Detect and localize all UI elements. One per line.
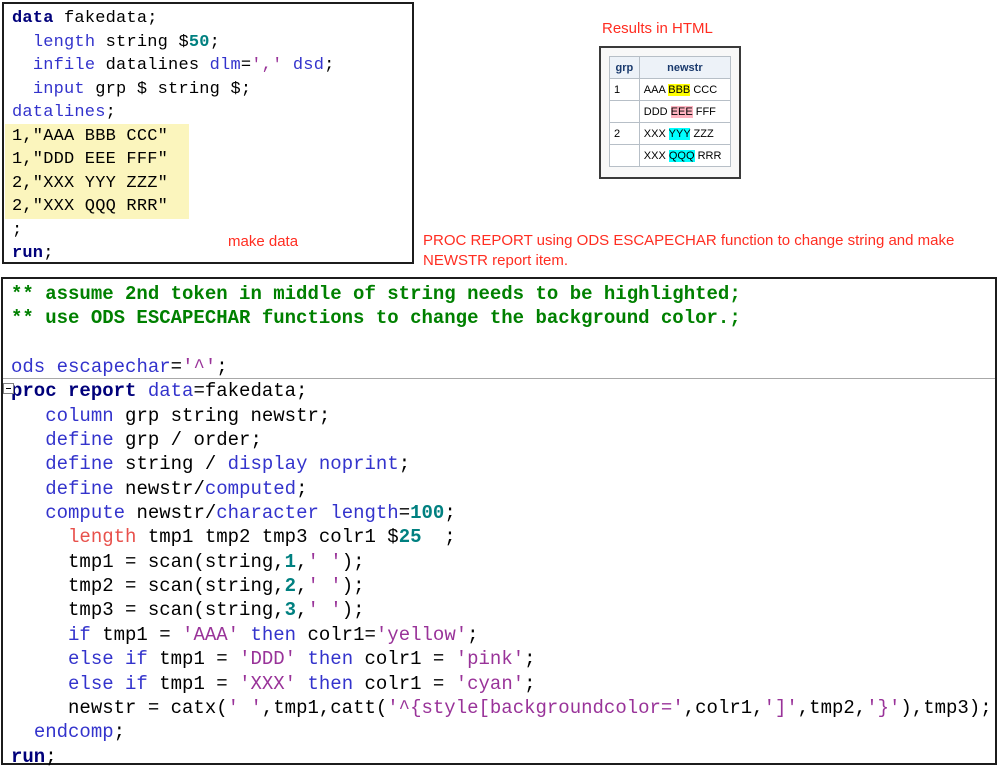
- cell-grp: 2: [609, 122, 640, 145]
- cell-grp: 1: [609, 78, 640, 101]
- code-line: infile datalines dlm=',' dsd;: [32, 56, 335, 75]
- code-line: 2,"XXX QQQ RRR": [12, 197, 169, 216]
- cell-newstr: DDD EEE FFF: [638, 100, 732, 123]
- caption-line-1: PROC REPORT using ODS ESCAPECHAR functio…: [423, 232, 955, 249]
- code-line: ** assume 2nd token in middle of string …: [11, 283, 741, 305]
- code-line: 1,"DDD EEE FFF": [12, 150, 169, 169]
- table-header-row: grp newstr: [609, 56, 732, 79]
- code-line: column grp string newstr;: [45, 404, 331, 427]
- results-table-body: 1 AAA BBB CCC DDD EEE FFF 2 XXX YYY ZZZ XXX…: [609, 78, 732, 167]
- code-line: ;: [12, 220, 23, 240]
- code-line: length tmp1 tmp2 tmp3 colr1 $25 ;: [68, 526, 456, 549]
- highlighted-token: YYY: [668, 127, 691, 140]
- table-row: XXX QQQ RRR: [609, 144, 732, 167]
- make-data-annotation: make data: [228, 233, 299, 250]
- code-line: else if tmp1 = 'DDD' then colr1 = 'pink'…: [68, 648, 536, 671]
- data-step-code-lines: data fakedata; length string $50; infile…: [4, 4, 412, 266]
- data-step-code-block[interactable]: data fakedata; length string $50; infile…: [2, 2, 414, 264]
- code-line: length string $50;: [32, 32, 221, 52]
- code-line: 1,"AAA BBB CCC": [12, 126, 169, 146]
- proc-report-caption: PROC REPORT using ODS ESCAPECHAR functio…: [423, 231, 999, 271]
- code-line: datalines;: [12, 103, 117, 122]
- code-line: if tmp1 = 'AAA' then colr1='yellow';: [68, 623, 479, 646]
- table-row: 1 AAA BBB CCC: [609, 78, 732, 101]
- screenshot-root: data fakedata; length string $50; infile…: [0, 0, 999, 766]
- cell-grp: [609, 144, 640, 167]
- results-frame: grp newstr 1 AAA BBB CCC DDD EEE FFF 2 XXX …: [599, 46, 741, 179]
- results-table: grp newstr 1 AAA BBB CCC DDD EEE FFF 2 XXX …: [609, 56, 732, 167]
- table-row: 2 XXX YYY ZZZ: [609, 122, 732, 145]
- code-line: run;: [12, 244, 54, 263]
- code-line: else if tmp1 = 'XXX' then colr1 = 'cyan'…: [68, 672, 536, 695]
- code-line: ** use ODS ESCAPECHAR functions to chang…: [11, 307, 741, 330]
- highlighted-token: EEE: [670, 105, 693, 118]
- code-line: tmp1 = scan(string,1,' ');: [11, 550, 365, 573]
- code-line: proc report data=fakedata;: [11, 380, 308, 403]
- code-line: ods escapechar='^';: [11, 356, 228, 379]
- table-row: DDD EEE FFF: [609, 100, 732, 123]
- code-line: run;: [11, 745, 57, 766]
- cell-newstr: XXX YYY ZZZ: [638, 122, 732, 145]
- proc-report-code-block[interactable]: ** assume 2nd token in middle of string …: [1, 277, 997, 766]
- proc-report-code-lines: ** assume 2nd token in middle of string …: [3, 279, 995, 766]
- code-line: tmp2 = scan(string,2,' ');: [11, 575, 365, 598]
- code-line: input grp $ string $;: [32, 79, 252, 99]
- code-line: data fakedata;: [12, 9, 158, 28]
- collapse-minus-icon[interactable]: [3, 383, 14, 394]
- results-title: Results in HTML: [602, 20, 713, 37]
- column-header-grp: grp: [609, 56, 640, 79]
- cell-grp: [609, 100, 640, 123]
- code-line: define string / display noprint;: [45, 453, 411, 476]
- code-line: 2,"XXX YYY ZZZ": [12, 173, 169, 193]
- code-line: tmp3 = scan(string,3,' ');: [11, 599, 365, 622]
- code-line: compute newstr/character length=100;: [45, 502, 456, 525]
- code-line: define grp / order;: [45, 429, 262, 452]
- highlighted-token: BBB: [668, 83, 691, 96]
- column-header-newstr: newstr: [638, 56, 732, 79]
- cell-newstr: XXX QQQ RRR: [638, 144, 732, 167]
- code-line: endcomp;: [33, 721, 126, 744]
- caption-line-2: NEWSTR report item.: [423, 252, 569, 269]
- cell-newstr: AAA BBB CCC: [638, 78, 732, 101]
- code-line: define newstr/computed;: [45, 477, 308, 500]
- highlighted-token: QQQ: [668, 149, 695, 162]
- code-line: newstr = catx(' ',tmp1,catt('^{style[bac…: [11, 696, 992, 719]
